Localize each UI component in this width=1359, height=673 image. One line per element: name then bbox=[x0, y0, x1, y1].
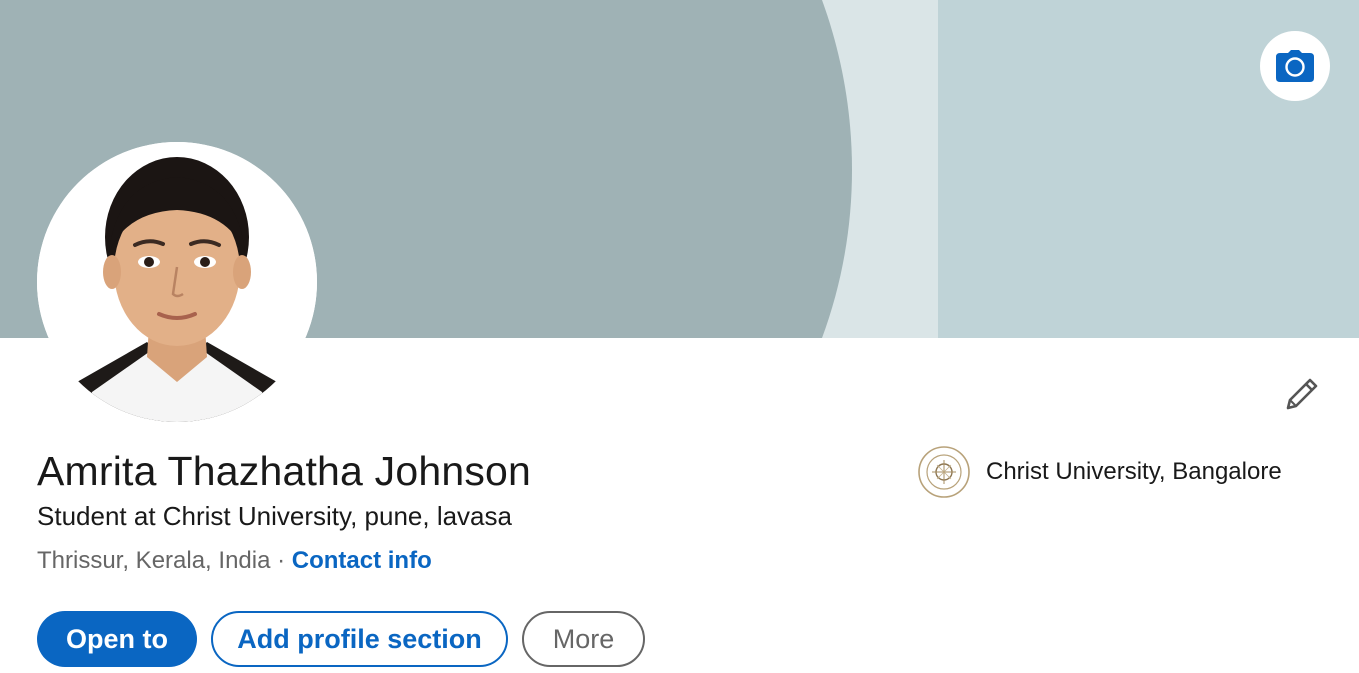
university-crest-icon bbox=[918, 446, 970, 498]
profile-headline: Student at Christ University, pune, lava… bbox=[37, 501, 512, 531]
open-to-button[interactable]: Open to bbox=[37, 611, 197, 667]
separator-dot: · bbox=[270, 547, 292, 574]
profile-location: Thrissur, Kerala, India bbox=[37, 547, 271, 574]
education-item[interactable]: Christ University, Bangalore bbox=[917, 445, 1282, 499]
edit-background-button[interactable] bbox=[1260, 31, 1330, 101]
camera-icon bbox=[1276, 50, 1314, 82]
location-line: Thrissur, Kerala, India · Contact info bbox=[37, 547, 432, 575]
contact-info-link[interactable]: Contact info bbox=[292, 547, 432, 574]
pencil-icon bbox=[1286, 378, 1318, 410]
profile-photo[interactable] bbox=[37, 142, 317, 422]
school-name: Christ University, Bangalore bbox=[986, 458, 1282, 485]
profile-photo-image bbox=[37, 142, 317, 422]
more-button[interactable]: More bbox=[522, 611, 645, 667]
add-profile-section-button[interactable]: Add profile section bbox=[211, 611, 508, 667]
edit-intro-button[interactable] bbox=[1278, 370, 1326, 418]
profile-name: Amrita Thazhatha Johnson bbox=[37, 448, 532, 494]
